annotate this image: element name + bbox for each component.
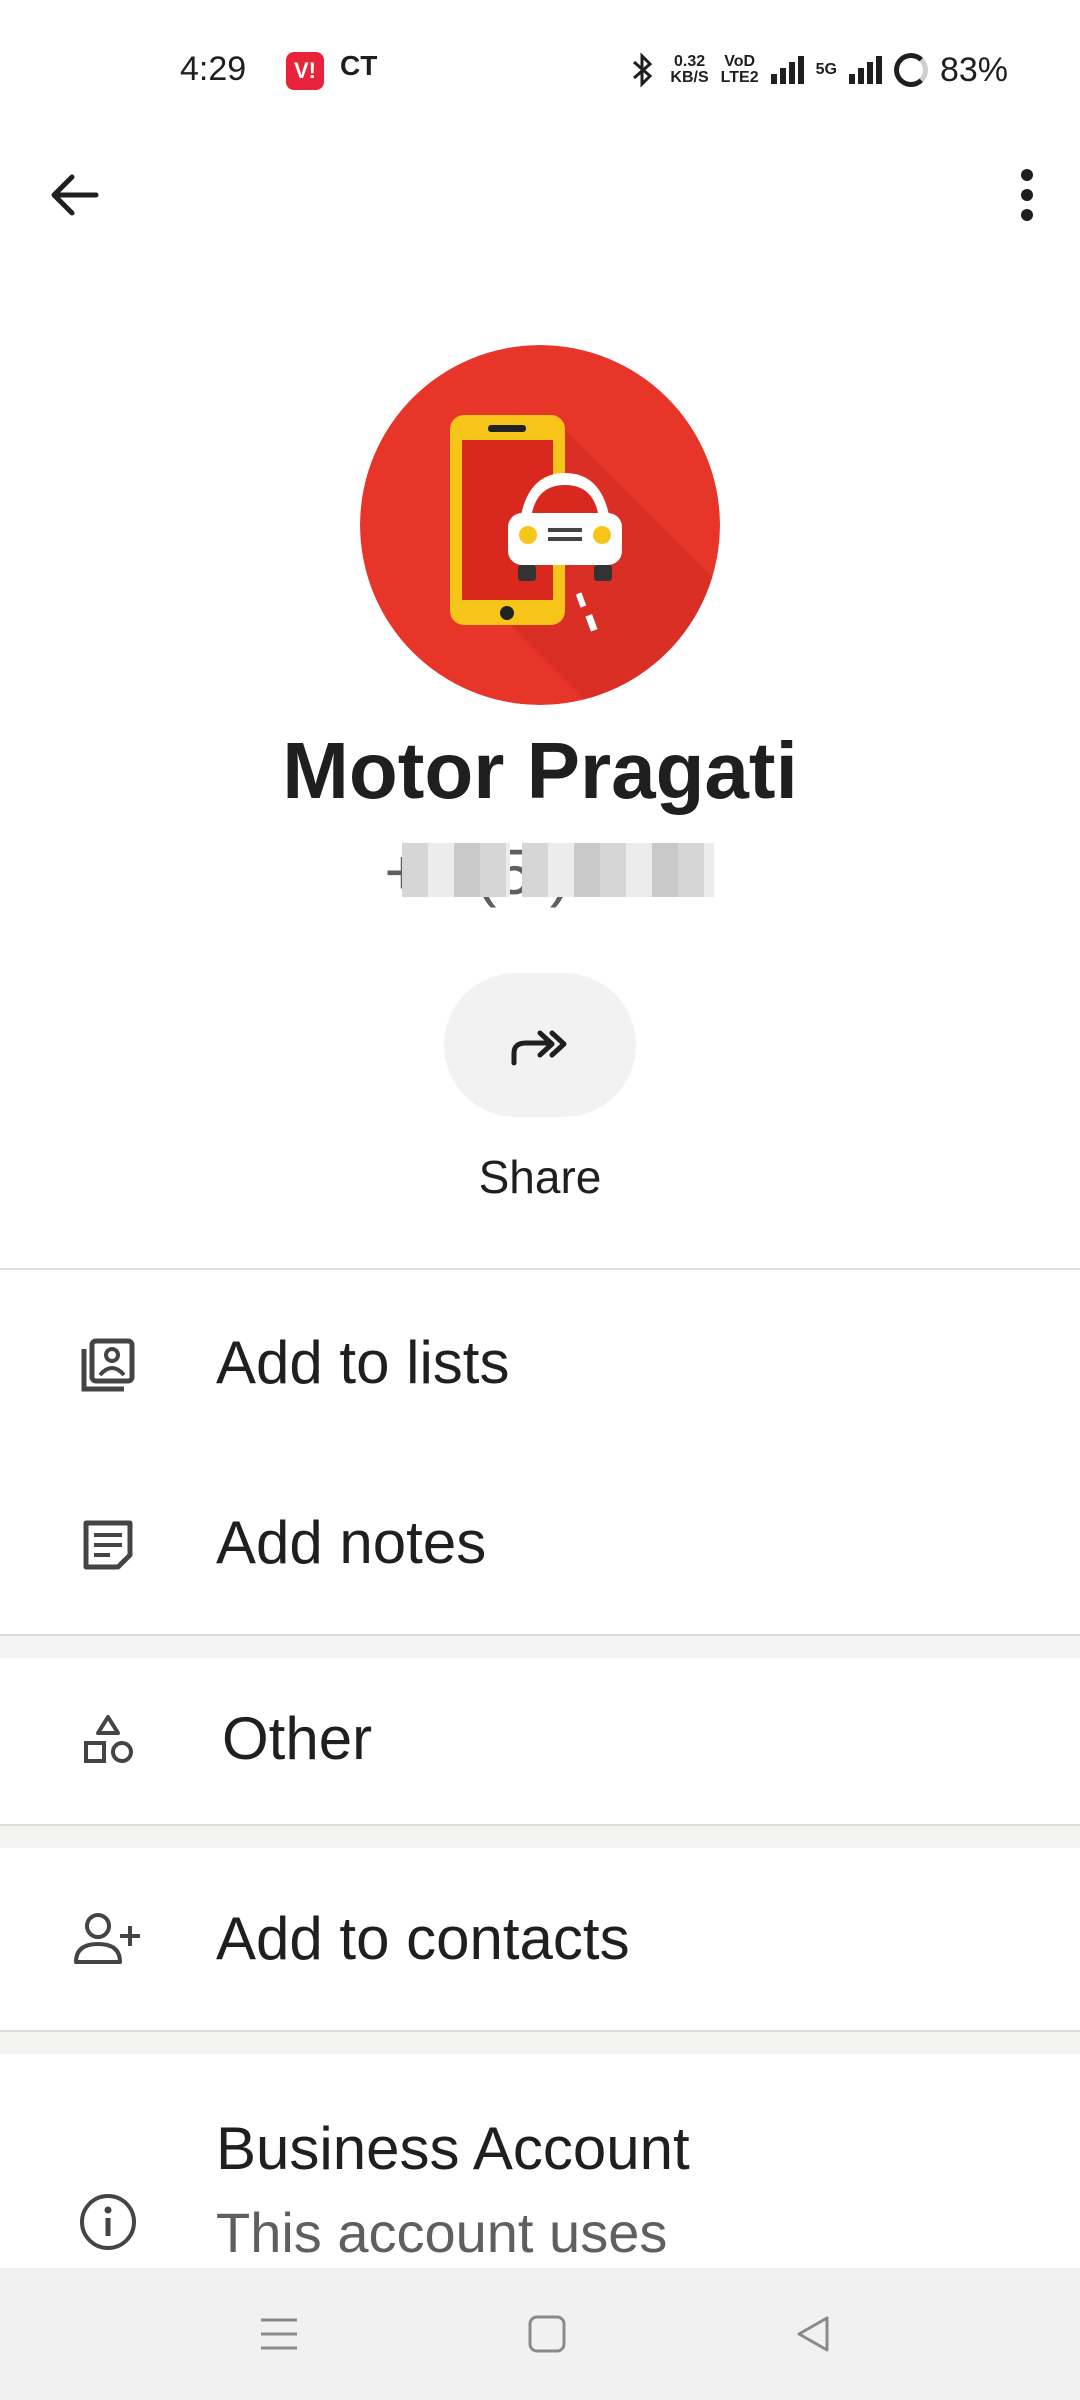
person-add-icon — [72, 1902, 144, 1974]
back-triangle-icon — [797, 2316, 829, 2352]
business-account-subtitle: This account uses — [216, 2201, 668, 2264]
back-nav-button[interactable] — [777, 2298, 849, 2370]
status-indicators: 0.32 KB/S VoD LTE2 5G 83% — [628, 48, 1008, 92]
signal-icon-1 — [770, 56, 804, 84]
volte-indicator: VoD LTE2 — [720, 53, 759, 86]
home-button[interactable] — [511, 2298, 583, 2370]
menu-icon — [261, 2318, 297, 2350]
add-to-lists-label: Add to lists — [216, 1329, 510, 1396]
share-label: Share — [478, 1151, 602, 1203]
section-gap — [0, 2030, 1080, 2054]
signal-icon-2 — [848, 56, 882, 84]
add-notes-label: Add notes — [216, 1509, 487, 1576]
share-button[interactable] — [444, 973, 636, 1117]
status-time: 4:29 — [180, 50, 247, 88]
net-speed: 0.32 KB/S — [670, 53, 709, 86]
other-row[interactable]: Other — [0, 1658, 1080, 1824]
arrow-left-icon — [51, 174, 99, 216]
section-gap — [0, 1634, 1080, 1658]
more-vertical-icon — [1021, 169, 1033, 221]
note-icon — [72, 1509, 144, 1581]
add-to-contacts-label: Add to contacts — [216, 1905, 630, 1972]
battery-icon — [893, 53, 928, 87]
system-nav-bar — [0, 2268, 1080, 2400]
contact-avatar[interactable] — [360, 345, 720, 705]
shapes-icon — [72, 1705, 144, 1777]
app-bar — [0, 140, 1080, 250]
motor-pragati-logo — [360, 345, 720, 705]
other-label: Other — [222, 1705, 373, 1772]
carrier-vi-icon: V! — [286, 52, 324, 90]
carrier-ct-icon: CT — [340, 50, 378, 81]
contact-name: Motor Pragati — [282, 726, 798, 815]
bluetooth-icon — [633, 52, 653, 88]
business-account-row[interactable]: Business Account This account uses — [0, 2054, 1080, 2268]
add-to-contacts-row[interactable]: Add to contacts — [0, 1848, 1080, 2028]
share-forward-icon — [511, 1030, 567, 1066]
divider — [0, 1268, 1080, 1270]
status-bar: 4:29 V! CT 0.32 KB/S VoD LTE2 5G 83% — [0, 0, 1080, 140]
back-button[interactable] — [40, 162, 106, 228]
business-account-title: Business Account — [216, 2115, 690, 2182]
section-gap — [0, 1824, 1080, 1848]
contact-list-icon — [72, 1329, 144, 1401]
recents-button[interactable] — [243, 2298, 315, 2370]
info-icon — [72, 2186, 144, 2258]
add-to-lists-row[interactable]: Add to lists — [0, 1290, 1080, 1440]
more-options-button[interactable] — [994, 162, 1060, 228]
home-square-icon — [528, 2315, 566, 2353]
battery-level: 83% — [939, 50, 1008, 89]
phone-redaction — [522, 843, 714, 897]
phone-redaction — [402, 843, 510, 897]
add-notes-row[interactable]: Add notes — [0, 1470, 1080, 1620]
network-type: 5G — [815, 61, 837, 78]
